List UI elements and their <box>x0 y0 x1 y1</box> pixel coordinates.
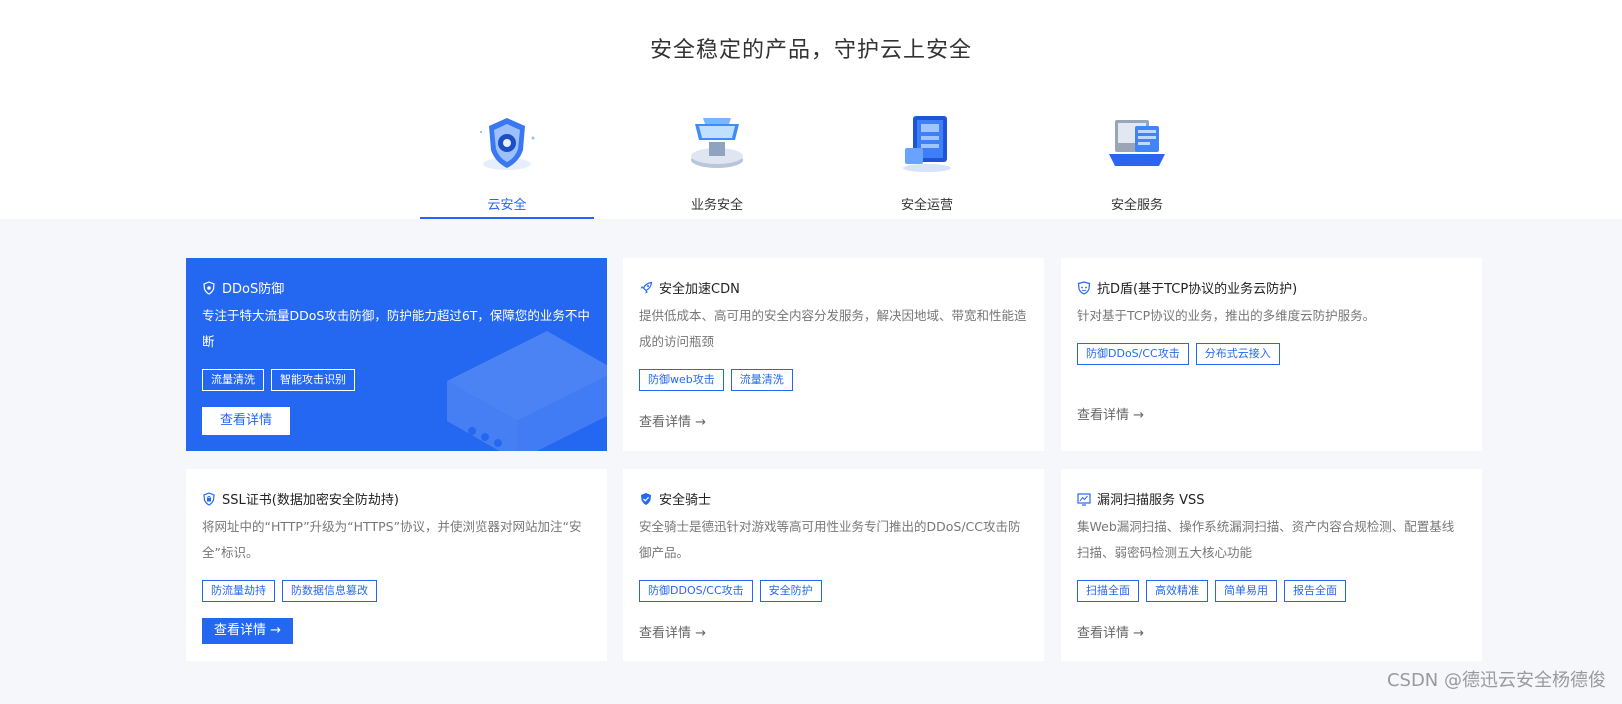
card-description: 专注于特大流量DDoS攻击防御，防护能力超过6T，保障您的业务不中断 <box>202 308 590 349</box>
shield-face-icon <box>1077 280 1091 295</box>
card-header: DDoS防御 <box>202 278 591 297</box>
tag: 简单易用 <box>1215 580 1277 602</box>
tag: 防御DDOS/CC攻击 <box>639 580 753 602</box>
tab-label: 安全服务 <box>1110 198 1163 213</box>
tab-label: 安全运营 <box>900 198 953 213</box>
tag: 高效精准 <box>1146 580 1208 602</box>
product-card-ssl[interactable]: SSL证书(数据加密安全防劫持) 将网址中的“HTTP”升级为“HTTPS”协议… <box>186 469 607 661</box>
view-details-link[interactable]: 查看详情 → <box>639 411 706 430</box>
card-header: 抗D盾(基于TCP协议的业务云防护) <box>1077 278 1466 297</box>
header-section: 安全稳定的产品，守护云上安全 云安全 业务安全 安全运营 安全服务 <box>0 0 1622 219</box>
card-header: SSL证书(数据加密安全防劫持) <box>202 489 591 508</box>
tag: 流量清洗 <box>202 369 264 391</box>
card-title: DDoS防御 <box>222 282 285 297</box>
product-tabs: 云安全 业务安全 安全运营 安全服务 <box>420 112 1260 219</box>
rocket-icon <box>639 281 653 295</box>
product-card-anti-d-shield[interactable]: 抗D盾(基于TCP协议的业务云防护) 针对基于TCP协议的业务，推出的多维度云防… <box>1061 258 1482 451</box>
card-header: 安全加速CDN <box>639 278 1028 297</box>
view-details-link[interactable]: 查看详情 → <box>1077 622 1144 641</box>
product-card-ddos[interactable]: DDoS防御 专注于特大流量DDoS攻击防御，防护能力超过6T，保障您的业务不中… <box>186 258 607 451</box>
tag-list: 防御DDoS/CC攻击 分布式云接入 <box>1077 343 1466 365</box>
watermark-text: CSDN @德迅云安全杨德俊 <box>1386 670 1606 691</box>
tag: 流量清洗 <box>730 369 793 391</box>
tag: 报告全面 <box>1284 580 1346 602</box>
tag: 防流量劫持 <box>202 580 275 602</box>
tag-list: 流量清洗 智能攻击识别 <box>202 369 591 391</box>
card-description: 提供低成本、高可用的安全内容分发服务，解决因地域、带宽和性能造成的访问瓶颈 <box>639 308 1027 349</box>
section-title: 安全稳定的产品，守护云上安全 <box>649 38 972 63</box>
server-illustration-icon <box>895 112 959 174</box>
tab-business-security[interactable]: 业务安全 <box>630 112 804 219</box>
view-details-link[interactable]: 查看详情 → <box>639 622 706 641</box>
tag: 防御web攻击 <box>639 369 724 391</box>
product-card-cdn[interactable]: 安全加速CDN 提供低成本、高可用的安全内容分发服务，解决因地域、带宽和性能造成… <box>623 258 1044 451</box>
tag-list: 防流量劫持 防数据信息篡改 <box>202 580 591 602</box>
check-shield-icon <box>639 492 653 506</box>
laptop-illustration-icon <box>1105 112 1169 174</box>
tag: 防御DDoS/CC攻击 <box>1077 343 1189 365</box>
tag: 安全防护 <box>759 580 822 602</box>
card-header: 漏洞扫描服务 VSS <box>1077 489 1466 508</box>
tag-list: 防御DDOS/CC攻击 安全防护 <box>639 580 1028 602</box>
tag: 分布式云接入 <box>1195 343 1280 365</box>
tab-security-operations[interactable]: 安全运营 <box>840 112 1014 219</box>
view-details-button[interactable]: 查看详情 <box>202 407 291 435</box>
tab-cloud-security[interactable]: 云安全 <box>420 112 594 219</box>
card-description: 将网址中的“HTTP”升级为“HTTPS”协议，并使浏览器对网站加注“安全”标识… <box>202 519 582 560</box>
card-title: 漏洞扫描服务 VSS <box>1097 493 1205 508</box>
card-description: 集Web漏洞扫描、操作系统漏洞扫描、资产内容合规检测、配置基线扫描、弱密码检测五… <box>1077 519 1455 560</box>
product-card-security-knight[interactable]: 安全骑士 安全骑士是德迅针对游戏等高可用性业务专门推出的DDoS/CC攻击防御产… <box>623 469 1044 661</box>
card-description: 安全骑士是德迅针对游戏等高可用性业务专门推出的DDoS/CC攻击防御产品。 <box>639 519 1021 560</box>
monitor-chart-icon <box>1077 492 1091 506</box>
tag-list: 扫描全面 高效精准 简单易用 报告全面 <box>1077 580 1466 602</box>
card-title: SSL证书(数据加密安全防劫持) <box>222 493 399 508</box>
ssl-shield-icon <box>202 491 216 506</box>
tab-label: 云安全 <box>487 198 527 213</box>
card-title: 安全骑士 <box>659 493 712 508</box>
card-title: 抗D盾(基于TCP协议的业务云防护) <box>1097 282 1298 297</box>
card-title: 安全加速CDN <box>659 282 740 297</box>
view-details-button[interactable]: 查看详情 → <box>202 618 294 644</box>
card-description: 针对基于TCP协议的业务，推出的多维度云防护服务。 <box>1077 308 1376 323</box>
shield-icon <box>202 280 216 295</box>
tag: 防数据信息篡改 <box>282 580 377 602</box>
tag-list: 防御web攻击 流量清洗 <box>639 369 1028 391</box>
tag: 智能攻击识别 <box>271 369 355 391</box>
platform-illustration-icon <box>685 112 749 174</box>
tab-label: 业务安全 <box>690 198 743 213</box>
tab-security-services[interactable]: 安全服务 <box>1050 112 1224 219</box>
card-header: 安全骑士 <box>639 489 1028 508</box>
product-card-vss[interactable]: 漏洞扫描服务 VSS 集Web漏洞扫描、操作系统漏洞扫描、资产内容合规检测、配置… <box>1061 469 1482 661</box>
tag: 扫描全面 <box>1077 580 1139 602</box>
view-details-link[interactable]: 查看详情 → <box>1077 404 1144 423</box>
shield-illustration-icon <box>475 112 539 174</box>
